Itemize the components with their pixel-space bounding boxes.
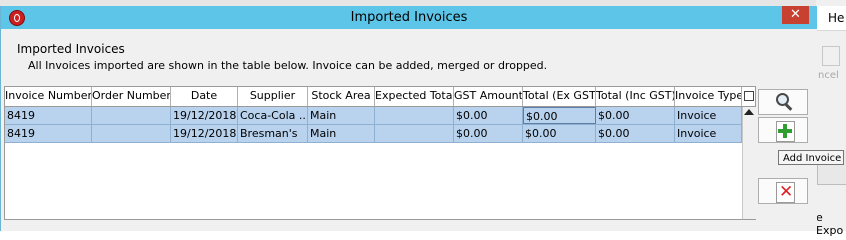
column-chooser-icon[interactable] <box>742 89 754 103</box>
cell-total-ex-gst: $0.00 <box>523 125 596 142</box>
cell-supplier: Coca-Cola ... <box>240 107 308 124</box>
column-expected-total[interactable]: Expected Total <box>375 87 454 106</box>
column-total-inc-gst[interactable]: Total (Inc GST) <box>596 87 675 106</box>
cell-stock-area: Main <box>308 107 375 124</box>
cell-invoice-type: Invoice <box>675 125 742 142</box>
column-date[interactable]: Date <box>171 87 238 106</box>
invoices-table: Invoice Number Order Number Date Supplie… <box>4 86 756 220</box>
background-window <box>816 0 846 231</box>
background-cancel-button[interactable]: ncel <box>816 44 846 90</box>
cell-invoice-number: 8419 <box>5 125 92 142</box>
add-invoice-button[interactable] <box>758 117 808 143</box>
column-invoice-type[interactable]: Invoice Type <box>675 87 742 106</box>
table-header: Invoice Number Order Number Date Supplie… <box>5 87 755 107</box>
add-document-icon <box>776 121 795 142</box>
cell-date: 19/12/2018 <box>173 107 238 124</box>
dialog-titlebar[interactable]: Imported Invoices ✕ <box>1 6 817 29</box>
background-cancel-label: ncel <box>818 70 839 81</box>
cell-total-ex-gst[interactable]: $0.00 <box>523 107 596 124</box>
cell-gst-amount: $0.00 <box>454 125 523 142</box>
section-description: All Invoices imported are shown in the t… <box>28 59 548 72</box>
scroll-up-arrow-icon[interactable] <box>744 109 754 115</box>
cell-gst-amount: $0.00 <box>454 107 523 124</box>
delete-invoice-button[interactable]: ✕ <box>758 178 808 204</box>
background-menu-help[interactable]: He <box>816 6 846 31</box>
magnifier-icon <box>776 93 789 106</box>
cell-date: 19/12/2018 <box>173 125 238 142</box>
table-row[interactable]: 8419 19/12/2018 Bresman's Main $0.00 $0.… <box>5 125 742 143</box>
column-gst-amount[interactable]: GST Amount <box>454 87 523 106</box>
delete-document-icon: ✕ <box>776 182 795 203</box>
imported-invoices-dialog: Imported Invoices ✕ Imported Invoices Al… <box>0 6 817 231</box>
column-invoice-number[interactable]: Invoice Number <box>5 87 92 106</box>
section-heading: Imported Invoices <box>17 42 125 56</box>
add-invoice-tooltip: Add Invoice <box>778 150 844 165</box>
close-button[interactable]: ✕ <box>782 6 809 24</box>
column-supplier[interactable]: Supplier <box>238 87 308 106</box>
column-order-number[interactable]: Order Number <box>92 87 171 106</box>
cell-total-inc-gst: $0.00 <box>596 107 675 124</box>
dialog-title: Imported Invoices <box>350 10 468 25</box>
cell-order-number <box>92 125 171 142</box>
cell-invoice-number: 8419 <box>5 107 92 124</box>
cell-invoice-type: Invoice <box>675 107 742 124</box>
cell-total-inc-gst: $0.00 <box>596 125 675 142</box>
background-export-label: e Expo <box>816 211 844 237</box>
cancel-icon <box>822 46 840 66</box>
view-invoice-button[interactable] <box>758 89 808 115</box>
cell-order-number <box>92 107 171 124</box>
cell-expected-total <box>375 125 454 142</box>
background-menu-label: He <box>828 11 845 25</box>
table-row[interactable]: 8419 19/12/2018 Coca-Cola ... Main $0.00… <box>5 107 742 125</box>
cell-expected-total <box>375 107 454 124</box>
column-total-ex-gst[interactable]: Total (Ex GST) <box>523 87 596 106</box>
column-stock-area[interactable]: Stock Area <box>308 87 375 106</box>
cell-stock-area: Main <box>308 125 375 142</box>
cell-supplier: Bresman's <box>238 125 308 142</box>
table-scrollbar[interactable] <box>742 107 756 219</box>
